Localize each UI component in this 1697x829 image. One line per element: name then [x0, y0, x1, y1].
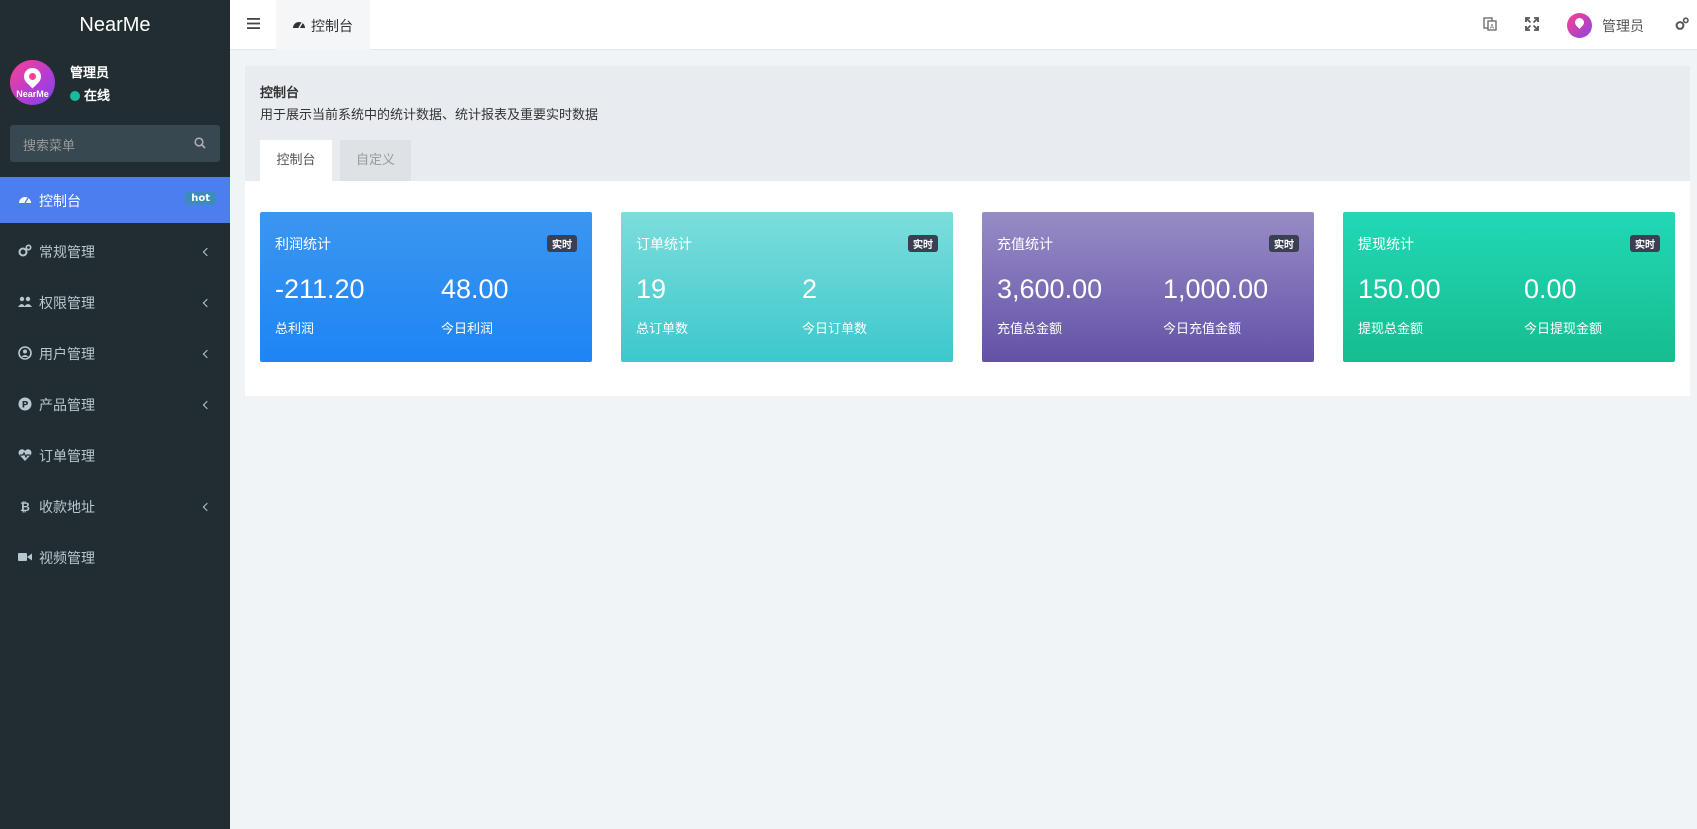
card-title: 订单统计 — [636, 237, 692, 253]
card-value-today: 1,000.00 — [1163, 274, 1269, 304]
chevron-left-icon — [202, 298, 212, 308]
realtime-badge: 实时 — [547, 235, 577, 252]
sidebar-item-videos[interactable]: 视频管理 — [0, 534, 230, 580]
chevron-left-icon — [202, 502, 212, 512]
card-value-total: -211.20 — [275, 274, 365, 304]
user-circle-icon — [18, 346, 32, 360]
stat-card-withdraw: 提现统计 实时 150.00 0.00 提现总金额 今日提现金额 — [1343, 212, 1675, 362]
svg-text:P: P — [22, 401, 29, 411]
map-pin-icon — [1573, 16, 1586, 29]
panel-header: 控制台 用于展示当前系统中的统计数据、统计报表及重要实时数据 控制台 自定义 — [245, 66, 1690, 181]
card-label-today: 今日订单数 — [802, 322, 868, 337]
sidebar-item-label: 收款地址 — [39, 500, 95, 516]
user-name: 管理员 — [70, 66, 110, 81]
avatar-logo-text: NearMe — [16, 89, 49, 99]
heartbeat-icon — [18, 449, 32, 461]
fullscreen-icon[interactable] — [1525, 17, 1539, 31]
top-navbar: 控制台 A 管理员 — [230, 0, 1697, 50]
sidebar-item-label: 常规管理 — [39, 245, 95, 261]
tab-label: 控制台 — [311, 19, 353, 35]
card-value-total: 150.00 — [1358, 274, 1441, 304]
user-panel: NearMe 管理员 在线 — [0, 50, 230, 116]
card-label-total: 提现总金额 — [1358, 322, 1424, 337]
dashboard-icon — [19, 197, 31, 204]
chevron-left-icon — [202, 349, 212, 359]
card-title: 利润统计 — [275, 237, 331, 253]
avatar: NearMe — [10, 60, 55, 105]
card-label-today: 今日充值金额 — [1163, 322, 1242, 337]
sidebar: NearMe NearMe 管理员 在线 搜索菜单 控制台 hot 常规管理 权… — [0, 0, 230, 829]
sidebar-item-label: 权限管理 — [39, 296, 95, 312]
page-title: 控制台 — [260, 86, 300, 101]
realtime-badge: 实时 — [1630, 235, 1660, 252]
sidebar-item-label: 产品管理 — [39, 398, 95, 414]
card-title: 提现统计 — [1358, 237, 1414, 253]
realtime-badge: 实时 — [1269, 235, 1299, 252]
menu-search-placeholder: 搜索菜单 — [23, 139, 76, 154]
sidebar-item-dashboard[interactable]: 控制台 hot — [0, 177, 230, 223]
sidebar-item-label: 用户管理 — [39, 347, 95, 363]
sidebar-item-orders[interactable]: 订单管理 — [0, 432, 230, 478]
card-title: 充值统计 — [997, 237, 1053, 253]
bitcoin-icon: ₿ — [20, 500, 30, 513]
video-camera-icon — [18, 553, 32, 561]
sidebar-item-products[interactable]: P 产品管理 — [0, 381, 230, 427]
svg-text:₿: ₿ — [20, 500, 30, 513]
card-value-total: 19 — [636, 274, 667, 304]
realtime-badge: 实时 — [908, 235, 938, 252]
card-value-today: 48.00 — [441, 274, 509, 304]
group-icon — [18, 296, 32, 307]
sidebar-item-label: 控制台 — [39, 194, 81, 210]
user-status: 在线 — [70, 85, 110, 104]
map-pin-icon — [20, 64, 45, 89]
brand-logo[interactable]: NearMe — [0, 0, 230, 50]
settings-icon[interactable] — [1675, 17, 1689, 31]
sidebar-menu: 控制台 hot 常规管理 权限管理 用户管理 P 产品管理 订单管理 ₿ 收款地… — [0, 177, 230, 585]
language-icon[interactable]: A — [1483, 17, 1497, 31]
user-status-text: 在线 — [84, 89, 111, 104]
card-label-today: 今日利润 — [441, 322, 494, 337]
sidebar-item-payment-address[interactable]: ₿ 收款地址 — [0, 483, 230, 529]
card-label-total: 总订单数 — [636, 322, 689, 337]
sidebar-item-label: 订单管理 — [39, 449, 95, 465]
card-label-total: 充值总金额 — [997, 322, 1063, 337]
page-description: 用于展示当前系统中的统计数据、统计报表及重要实时数据 — [260, 108, 599, 123]
card-label-total: 总利润 — [275, 322, 315, 337]
tab-dashboard-panel[interactable]: 控制台 — [260, 140, 332, 181]
sidebar-item-users[interactable]: 用户管理 — [0, 330, 230, 376]
tab-custom[interactable]: 自定义 — [340, 140, 411, 181]
menu-search-input[interactable]: 搜索菜单 — [10, 125, 220, 162]
chevron-left-icon — [202, 400, 212, 410]
sidebar-item-general[interactable]: 常规管理 — [0, 228, 230, 274]
stat-card-recharge: 充值统计 实时 3,600.00 1,000.00 充值总金额 今日充值金额 — [982, 212, 1314, 362]
chevron-left-icon — [202, 247, 212, 257]
sidebar-item-label: 视频管理 — [39, 551, 95, 567]
navbar-avatar[interactable] — [1567, 13, 1592, 38]
hot-badge: hot — [185, 192, 216, 205]
online-dot-icon — [70, 91, 80, 101]
card-value-today: 0.00 — [1524, 274, 1577, 304]
product-p-icon: P — [18, 397, 32, 411]
cogs-icon — [18, 244, 32, 257]
sidebar-item-permissions[interactable]: 权限管理 — [0, 279, 230, 325]
card-value-total: 3,600.00 — [997, 274, 1103, 304]
stat-card-orders: 订单统计 实时 19 2 总订单数 今日订单数 — [621, 212, 953, 362]
dashboard-icon — [293, 22, 305, 29]
search-icon[interactable] — [194, 137, 206, 149]
card-label-today: 今日提现金额 — [1524, 322, 1603, 337]
card-value-today: 2 — [802, 274, 818, 304]
stat-card-profit: 利润统计 实时 -211.20 48.00 总利润 今日利润 — [260, 212, 592, 362]
tab-dashboard[interactable]: 控制台 — [276, 0, 370, 50]
dashboard-panel: 控制台 用于展示当前系统中的统计数据、统计报表及重要实时数据 控制台 自定义 利… — [245, 66, 1690, 396]
navbar-user-name[interactable]: 管理员 — [1602, 16, 1644, 36]
menu-toggle-icon[interactable] — [247, 17, 260, 30]
